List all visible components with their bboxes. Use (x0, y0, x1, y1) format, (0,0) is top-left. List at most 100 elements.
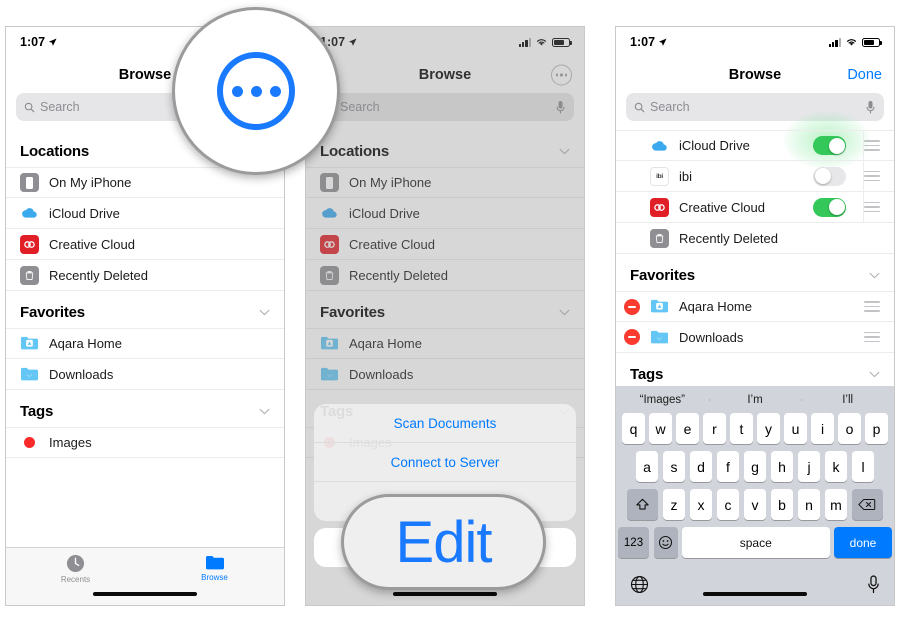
delete-row-icon[interactable] (624, 329, 640, 345)
folder-aqara-icon (20, 334, 39, 353)
shift-icon (636, 498, 649, 510)
microphone-icon[interactable] (867, 574, 880, 594)
screenshot-stage: 1:07 Browse Search Locations On My iPhon… (0, 0, 900, 632)
key-k[interactable]: k (824, 451, 848, 482)
clock-icon (66, 554, 85, 573)
space-key[interactable]: space (682, 527, 830, 558)
numbers-key[interactable]: 123 (618, 527, 649, 558)
tab-recents[interactable]: Recents (6, 554, 145, 584)
reorder-handle-icon[interactable] (864, 301, 880, 312)
list-item[interactable]: Downloads (616, 322, 894, 353)
key-j[interactable]: j (797, 451, 821, 482)
shift-key[interactable] (627, 489, 659, 520)
list-item[interactable]: Recently Deleted (6, 260, 284, 291)
key-p[interactable]: p (865, 413, 888, 444)
search-icon (24, 102, 35, 112)
status-bar-time: 1:07 (20, 35, 46, 49)
list-item[interactable]: iCloud Drive (616, 130, 894, 161)
microphone-icon[interactable] (865, 100, 876, 114)
search-container: Search (616, 93, 894, 130)
section-header-tags[interactable]: Tags (616, 353, 894, 390)
list-item-label: iCloud Drive (49, 205, 120, 221)
list-item[interactable]: ibi ibi (616, 161, 894, 192)
battery-icon (862, 37, 882, 47)
key-n[interactable]: n (797, 489, 821, 520)
folder-downloads-icon (20, 365, 39, 384)
key-t[interactable]: t (730, 413, 753, 444)
reorder-handle-icon[interactable] (864, 170, 880, 182)
globe-icon[interactable] (630, 575, 649, 594)
toggle-ibi[interactable] (813, 166, 846, 186)
list-item[interactable]: iCloud Drive (6, 198, 284, 229)
list-item-label: ibi (679, 168, 693, 184)
toggle-creative-cloud[interactable] (813, 197, 846, 217)
key-f[interactable]: f (716, 451, 740, 482)
trash-icon (20, 265, 39, 285)
key-h[interactable]: h (770, 451, 794, 482)
status-bar-time: 1:07 (630, 35, 656, 49)
key-c[interactable]: c (716, 489, 740, 520)
suggestion-2[interactable]: I’ll (801, 394, 894, 406)
key-u[interactable]: u (784, 413, 807, 444)
chevron-down-icon[interactable] (869, 371, 880, 378)
section-header-favorites[interactable]: Favorites (6, 291, 284, 328)
backspace-icon (858, 498, 876, 511)
key-q[interactable]: q (622, 413, 645, 444)
reorder-handle-icon[interactable] (864, 331, 880, 343)
key-w[interactable]: w (649, 413, 672, 444)
key-y[interactable]: y (757, 413, 780, 444)
list-item[interactable]: Images (6, 427, 284, 458)
suggestion-0[interactable]: “Images” (616, 394, 709, 406)
key-s[interactable]: s (662, 451, 686, 482)
key-x[interactable]: x (689, 489, 713, 520)
list-item[interactable]: Aqara Home (6, 328, 284, 359)
suggestion-1[interactable]: I’m (708, 394, 802, 406)
done-button[interactable]: Done (847, 67, 882, 83)
key-r[interactable]: r (703, 413, 726, 444)
section-title: Favorites (630, 267, 695, 284)
key-z[interactable]: z (662, 489, 686, 520)
tab-browse[interactable]: Browse (145, 554, 284, 582)
list-item[interactable]: Creative Cloud (616, 192, 894, 223)
list-item-label: Creative Cloud (49, 236, 135, 252)
list-item-label: iCloud Drive (679, 138, 750, 153)
section-header-tags[interactable]: Tags (6, 390, 284, 427)
done-key[interactable]: done (834, 527, 892, 558)
reorder-handle-icon[interactable] (864, 140, 880, 151)
key-e[interactable]: e (676, 413, 699, 444)
key-v[interactable]: v (743, 489, 767, 520)
home-indicator (93, 591, 197, 596)
chevron-down-icon[interactable] (259, 408, 270, 415)
reorder-handle-icon[interactable] (864, 201, 880, 213)
action-scan-documents[interactable]: Scan Documents (314, 404, 576, 443)
key-m[interactable]: m (824, 489, 848, 520)
list-item-label: Aqara Home (679, 299, 752, 314)
section-title: Locations (20, 143, 90, 160)
key-d[interactable]: d (689, 451, 713, 482)
key-o[interactable]: o (838, 413, 861, 444)
chevron-down-icon[interactable] (869, 272, 880, 279)
delete-row-icon[interactable] (624, 298, 640, 315)
toggle-icloud-drive[interactable] (813, 136, 846, 155)
status-bar: 1:07 (616, 27, 894, 57)
home-indicator (393, 591, 497, 596)
list-item[interactable]: Recently Deleted (616, 223, 894, 254)
section-header-favorites[interactable]: Favorites (616, 254, 894, 291)
emoji-key[interactable] (653, 527, 678, 558)
key-i[interactable]: i (811, 413, 834, 444)
browse-list-1: Locations On My iPhone iCloud Drive Crea… (6, 130, 284, 458)
list-item-label: Aqara Home (49, 336, 122, 351)
backspace-key[interactable] (851, 489, 883, 520)
list-item[interactable]: Downloads (6, 359, 284, 390)
action-connect-to-server[interactable]: Connect to Server (314, 443, 576, 482)
tab-bar: Recents Browse (6, 547, 284, 605)
list-item-label: Recently Deleted (679, 230, 778, 246)
search-input[interactable]: Search (626, 93, 884, 121)
chevron-down-icon[interactable] (259, 309, 270, 316)
list-item[interactable]: Aqara Home (616, 291, 894, 322)
key-l[interactable]: l (851, 451, 875, 482)
list-item[interactable]: Creative Cloud (6, 229, 284, 260)
key-a[interactable]: a (635, 451, 659, 482)
key-g[interactable]: g (743, 451, 767, 482)
key-b[interactable]: b (770, 489, 794, 520)
